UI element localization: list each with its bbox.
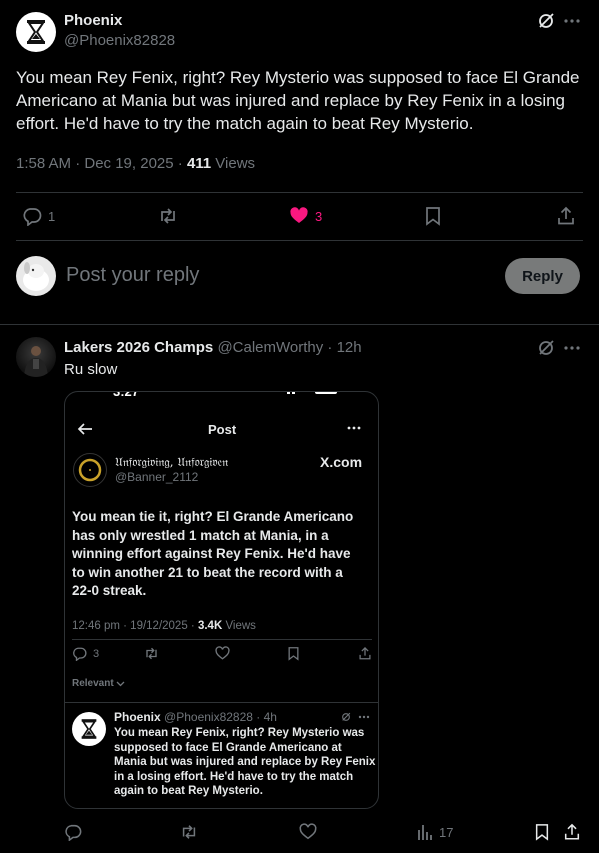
watermark: X.com: [320, 454, 363, 470]
reply-input[interactable]: Post your reply: [66, 264, 199, 287]
post-text: You mean Rey Fenix, right? Rey Mysterio …: [16, 68, 580, 133]
author-avatar[interactable]: [16, 12, 56, 52]
embedded-author-name: 𝔘𝔫𝔣𝔬𝔯𝔤𝔦𝔳𝔦𝔫𝔤, 𝔘𝔫𝔣𝔬𝔯𝔤𝔦𝔳𝔢𝔫: [115, 455, 229, 469]
views-label: Views: [211, 155, 256, 172]
author-name[interactable]: Phoenix: [64, 12, 122, 29]
more-options-icon[interactable]: [347, 426, 361, 430]
embedded-view-count: 3.4K: [197, 620, 223, 632]
reply-icon[interactable]: [64, 823, 82, 841]
attached-screenshot[interactable]: 3:27 Post 𝔘𝔫𝔣𝔬𝔯𝔤𝔦𝔳𝔦𝔫𝔤, 𝔘𝔫𝔣𝔬𝔯𝔤𝔦𝔳𝔢𝔫 @Banne…: [64, 391, 379, 809]
divider: [72, 639, 372, 640]
embedded-post-text: You mean tie it, right? El Grande Americ…: [72, 509, 354, 598]
share-icon[interactable]: [556, 206, 576, 226]
reply-author-handle[interactable]: @CalemWorthy: [217, 339, 323, 356]
embedded-reply-avatar: [72, 712, 106, 746]
reply-author-avatar[interactable]: [16, 337, 56, 377]
embedded-reply-header: Phoenix @Phoenix82828 · 4h: [114, 710, 277, 724]
embedded-reply-action: 3: [72, 646, 99, 661]
embedded-views-label: Views: [222, 620, 256, 632]
hourglass-icon: [81, 719, 97, 739]
embedded-author-handle: @Banner_2112: [115, 470, 199, 484]
bookmark-icon[interactable]: [424, 206, 442, 226]
reply-view-count: 17: [439, 824, 454, 840]
heart-icon[interactable]: [299, 823, 317, 841]
bookmark-icon: [287, 646, 300, 661]
repost-icon: [161, 208, 175, 224]
reply-icon: [73, 647, 87, 661]
more-options-icon[interactable]: [564, 12, 580, 30]
views-action[interactable]: 17: [417, 823, 453, 841]
repost-icon[interactable]: [180, 823, 198, 841]
repost-icon: [144, 646, 159, 661]
like-action[interactable]: 3: [289, 206, 322, 226]
grok-icon: [341, 712, 351, 722]
sort-dropdown: Relevant: [72, 678, 125, 689]
hourglass-icon: [27, 20, 45, 44]
reply-text: Ru slow: [64, 361, 118, 378]
embedded-timestamp: 12:46 pm · 19/12/2025 ·: [72, 620, 198, 632]
embedded-reply-count: 3: [93, 647, 100, 660]
divider: [16, 192, 583, 193]
reply-count: 1: [48, 208, 56, 224]
status-icons: [285, 392, 349, 396]
heart-filled-icon: [290, 207, 308, 223]
reply-header: Lakers 2026 Champs @CalemWorthy · 12h: [64, 339, 362, 356]
reply-author-name[interactable]: Lakers 2026 Champs: [64, 339, 213, 356]
reply-icon: [23, 208, 42, 226]
divider: [0, 324, 599, 325]
repost-action[interactable]: [158, 206, 178, 226]
embedded-meta: 12:46 pm · 19/12/2025 · 3.4K Views: [72, 620, 256, 632]
divider: [65, 702, 378, 703]
more-options-icon: [358, 715, 370, 719]
reply-age[interactable]: · 12h: [323, 339, 361, 356]
back-arrow-icon[interactable]: [77, 422, 93, 436]
embedded-header: Post: [208, 422, 237, 437]
chevron-down-icon: [116, 681, 125, 686]
divider: [16, 240, 583, 241]
share-icon[interactable]: [563, 823, 581, 841]
user-avatar[interactable]: [16, 256, 56, 296]
embedded-reply-author: Phoenix: [114, 710, 161, 724]
heart-icon: [215, 646, 230, 661]
reply-action[interactable]: 1: [22, 206, 55, 226]
embedded-reply-text: You mean Rey Fenix, right? Rey Mysterio …: [114, 727, 376, 797]
grok-icon[interactable]: [537, 12, 555, 30]
author-handle[interactable]: @Phoenix82828: [64, 32, 175, 49]
more-options-icon[interactable]: [564, 339, 580, 357]
analytics-icon: [418, 825, 432, 840]
status-time: 3:27: [113, 391, 140, 399]
share-icon: [358, 646, 372, 661]
bookmark-icon[interactable]: [534, 823, 550, 841]
view-count: 411: [186, 155, 212, 172]
embedded-author-avatar: [73, 453, 107, 487]
embedded-reply-handle: @Phoenix82828 · 4h: [164, 710, 277, 724]
like-count: 3: [315, 208, 323, 224]
grok-icon[interactable]: [537, 339, 555, 357]
post-timestamp[interactable]: 1:58 AM · Dec 19, 2025 ·: [16, 155, 187, 172]
sort-label: Relevant: [72, 678, 114, 689]
reply-button[interactable]: Reply: [505, 258, 580, 294]
post-meta: 1:58 AM · Dec 19, 2025 · 411 Views: [16, 155, 255, 172]
